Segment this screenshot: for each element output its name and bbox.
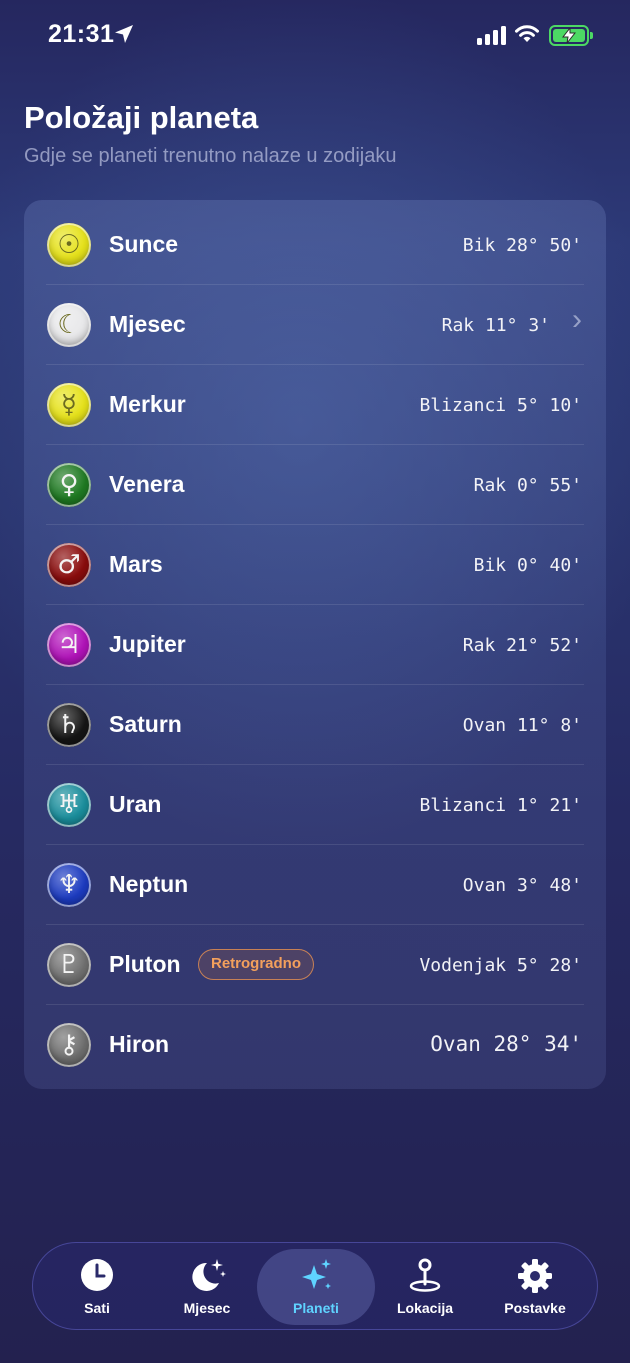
planet-position: Blizanci 1° 21' xyxy=(419,795,582,816)
planet-glyph: ♀ xyxy=(59,470,79,500)
planet-name: Sunce xyxy=(109,231,179,257)
planet-glyph: ♆ xyxy=(57,870,81,900)
tab-sati[interactable]: Sati xyxy=(41,1243,153,1331)
saturn-icon: ♄ xyxy=(47,703,91,747)
tab-label: Postavke xyxy=(504,1300,566,1316)
planet-row-venera[interactable]: ♀ Venera Rak 0° 55' xyxy=(24,445,606,525)
planet-name: Jupiter xyxy=(109,631,186,657)
wifi-icon xyxy=(515,25,539,42)
moon-stars-icon xyxy=(192,1259,226,1291)
planet-list: ☉ Sunce Bik 28° 50' ☾ Mjesec Rak 11° 3' › ☿ Merk… xyxy=(24,200,606,1089)
planet-position: Bik 0° 40' xyxy=(473,555,582,576)
uranus-icon: ♅ xyxy=(47,783,91,827)
chevron-right-icon: › xyxy=(572,303,582,336)
sun-icon: ☉ xyxy=(47,223,91,267)
planet-name: Neptun xyxy=(109,871,189,897)
planet-position: Rak 0° 55' xyxy=(473,475,582,496)
planet-row-mars[interactable]: ♂ Mars Bik 0° 40' xyxy=(24,525,606,605)
planet-position: Vodenjak 5° 28' xyxy=(419,955,582,976)
retrograde-badge: Retrogradno xyxy=(198,949,314,980)
tab-label: Sati xyxy=(84,1300,110,1316)
planet-name: Mjesec xyxy=(109,311,186,337)
planet-name: Saturn xyxy=(109,711,182,737)
planet-position: Bik 28° 50' xyxy=(462,235,582,256)
planet-glyph: ♄ xyxy=(57,710,81,740)
planet-position: Ovan 11° 8' xyxy=(462,715,582,736)
planet-position: Ovan 3° 48' xyxy=(462,875,582,896)
planet-glyph: ⚷ xyxy=(59,1030,79,1060)
planet-name: Hiron xyxy=(109,1031,170,1057)
planet-name: Venera xyxy=(109,471,185,497)
planet-row-mjesec[interactable]: ☾ Mjesec Rak 11° 3' › xyxy=(24,285,606,365)
moon-icon: ☾ xyxy=(47,303,91,347)
planet-glyph: ♇ xyxy=(57,950,81,980)
planet-row-saturn[interactable]: ♄ Saturn Ovan 11° 8' xyxy=(24,685,606,765)
neptune-icon: ♆ xyxy=(47,863,91,907)
sparkles-icon xyxy=(302,1259,331,1289)
tab-planeti[interactable]: Planeti xyxy=(257,1249,375,1325)
planet-name: Merkur xyxy=(109,391,186,417)
pluto-icon: ♇ xyxy=(47,943,91,987)
tab-label: Planeti xyxy=(293,1300,339,1316)
planet-name: Mars xyxy=(109,551,163,577)
planet-position: Blizanci 5° 10' xyxy=(419,395,582,416)
venus-icon: ♀ xyxy=(47,463,91,507)
planet-glyph: ☿ xyxy=(61,390,77,420)
planet-position: Rak 11° 3' xyxy=(441,315,550,336)
mars-icon: ♂ xyxy=(47,543,91,587)
planet-name: Uran xyxy=(109,791,162,817)
planet-row-jupiter[interactable]: ♃ Jupiter Rak 21° 52' xyxy=(24,605,606,685)
status-time: 21:31 xyxy=(48,20,115,48)
planet-name: Pluton xyxy=(109,951,181,977)
status-bar: 21:31 xyxy=(0,0,630,70)
planet-row-hiron[interactable]: ⚷ Hiron Ovan 28° 34' xyxy=(24,1005,606,1085)
cellular-signal-icon xyxy=(477,26,507,45)
planet-glyph: ♂ xyxy=(57,550,81,580)
tab-mjesec[interactable]: Mjesec xyxy=(151,1243,263,1331)
chiron-icon: ⚷ xyxy=(47,1023,91,1067)
jupiter-icon: ♃ xyxy=(47,623,91,667)
planet-row-uran[interactable]: ♅ Uran Blizanci 1° 21' xyxy=(24,765,606,845)
mercury-icon: ☿ xyxy=(47,383,91,427)
planet-row-merkur[interactable]: ☿ Merkur Blizanci 5° 10' xyxy=(24,365,606,445)
planet-position: Rak 21° 52' xyxy=(462,635,582,656)
tab-lokacija[interactable]: Lokacija xyxy=(369,1243,481,1331)
page-subtitle: Gdje se planeti trenutno nalaze u zodija… xyxy=(24,145,397,167)
planet-row-sunce[interactable]: ☉ Sunce Bik 28° 50' xyxy=(24,205,606,285)
clock-icon xyxy=(81,1259,113,1291)
planet-glyph: ♃ xyxy=(57,630,81,660)
planet-glyph: ☉ xyxy=(57,230,81,260)
planet-position: Ovan 28° 34' xyxy=(430,1032,582,1056)
planet-glyph: ☾ xyxy=(57,310,81,340)
planet-row-neptun[interactable]: ♆ Neptun Ovan 3° 48' xyxy=(24,845,606,925)
tab-label: Mjesec xyxy=(183,1300,231,1316)
battery-charging-icon xyxy=(549,25,593,46)
location-arrow-icon xyxy=(115,25,133,43)
location-pin-icon xyxy=(409,1258,441,1292)
tab-label: Lokacija xyxy=(396,1300,454,1316)
page-title: Položaji planeta xyxy=(24,100,259,135)
tab-postavke[interactable]: Postavke xyxy=(479,1243,591,1331)
gear-icon xyxy=(518,1259,552,1293)
tab-bar: Sati Mjesec Planeti Lokacija Postavke xyxy=(32,1242,598,1330)
planet-glyph: ♅ xyxy=(57,790,81,820)
planet-row-pluton[interactable]: ♇ Pluton Retrogradno Vodenjak 5° 28' xyxy=(24,925,606,1005)
